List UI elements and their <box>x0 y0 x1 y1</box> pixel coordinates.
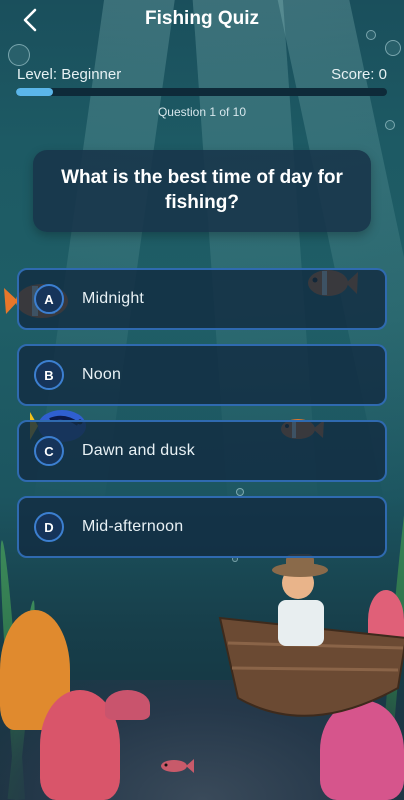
bubble <box>385 40 401 56</box>
answer-option-d[interactable]: D Mid-afternoon <box>17 496 387 558</box>
coral <box>320 700 404 800</box>
coral <box>40 690 120 800</box>
answer-option-c[interactable]: C Dawn and dusk <box>17 420 387 482</box>
option-letter-badge: C <box>34 436 64 466</box>
option-letter-badge: A <box>34 284 64 314</box>
bubble <box>8 44 30 66</box>
option-label: Noon <box>82 366 122 383</box>
bubble <box>236 488 244 496</box>
answer-option-b[interactable]: B Noon <box>17 344 387 406</box>
coral <box>368 590 404 650</box>
small-fish-icon <box>161 759 194 773</box>
quiz-progress-bar <box>16 88 387 96</box>
option-label: Dawn and dusk <box>82 442 195 459</box>
option-label: Midnight <box>82 290 145 307</box>
seaweed <box>0 539 26 800</box>
option-label: Mid-afternoon <box>82 518 184 535</box>
option-letter-badge: D <box>34 512 64 542</box>
question-counter: Question 1 of 10 <box>157 105 247 119</box>
question-card: What is the best time of day for fishing… <box>33 150 371 232</box>
app-header: Fishing Quiz <box>0 0 404 40</box>
question-text: What is the best time of day for fishing… <box>61 167 343 213</box>
answer-option-a[interactable]: A Midnight <box>17 268 387 330</box>
coral <box>105 690 150 720</box>
seaweed <box>7 600 39 800</box>
bubble <box>385 120 395 130</box>
coral <box>0 610 70 730</box>
level-label: Level: Beginner <box>17 66 122 83</box>
option-letter-badge: B <box>34 360 64 390</box>
score-label: Score: 0 <box>331 66 387 83</box>
page-title: Fishing Quiz <box>145 8 259 29</box>
seabed <box>0 680 404 800</box>
fisherman-boat-illustration <box>218 554 404 717</box>
progress-bar-fill <box>16 88 54 96</box>
